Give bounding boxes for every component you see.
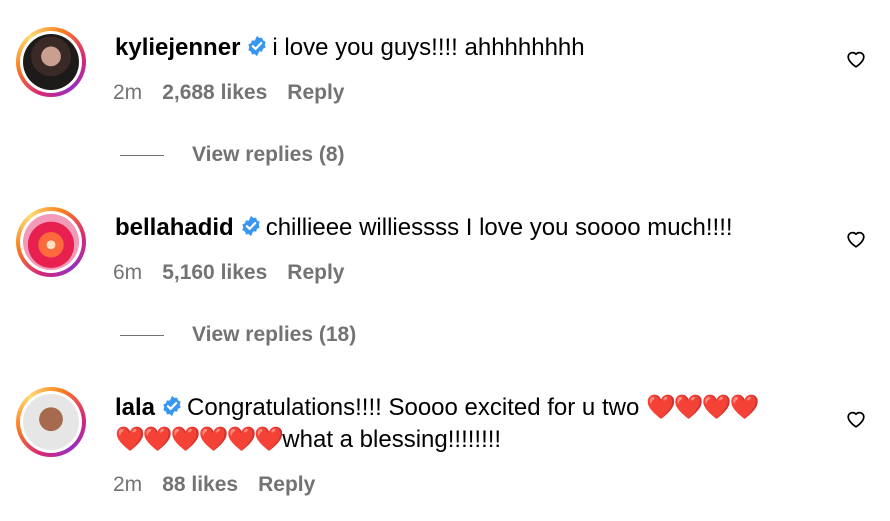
heart-emojis: ❤️❤️❤️❤️ [645, 394, 760, 421]
comment-meta: 6m 5,160 likes Reply [113, 259, 344, 287]
likes-count[interactable]: 2,688 likes [162, 81, 267, 104]
comment-meta: 2m 2,688 likes Reply [113, 79, 344, 107]
replies-divider [120, 335, 164, 336]
username[interactable]: lala [115, 394, 155, 421]
comment-time: 2m [113, 81, 143, 104]
reply-button[interactable]: Reply [287, 81, 344, 104]
comment-text: what a blessing!!!!!!!! [282, 426, 502, 453]
username[interactable]: bellahadid [115, 214, 234, 241]
heart-emojis: ❤️❤️❤️❤️❤️❤️ [115, 426, 284, 453]
reply-button[interactable]: Reply [258, 473, 315, 496]
view-replies-label[interactable]: View replies (18) [192, 321, 356, 349]
likes-count[interactable]: 5,160 likes [162, 261, 267, 284]
comment-text: Congratulations!!!! Soooo excited for u … [187, 394, 640, 421]
comment-text: i love you guys!!!! ahhhhhhhh [272, 34, 585, 61]
view-replies-label[interactable]: View replies (8) [192, 141, 345, 169]
avatar-image [23, 394, 79, 450]
avatar-image [23, 34, 79, 90]
username[interactable]: kyliejenner [115, 34, 240, 61]
avatar[interactable] [16, 387, 86, 457]
heart-outline-icon[interactable] [845, 228, 867, 250]
comment-meta: 2m 88 likes Reply [113, 471, 315, 499]
verified-badge-icon [246, 34, 268, 66]
verified-badge-icon [161, 394, 183, 426]
avatar[interactable] [16, 207, 86, 277]
heart-outline-icon[interactable] [845, 48, 867, 70]
comment-time: 2m [113, 473, 143, 496]
likes-count[interactable]: 88 likes [162, 473, 238, 496]
replies-divider [120, 155, 164, 156]
reply-button[interactable]: Reply [287, 261, 344, 284]
verified-badge-icon [240, 214, 262, 246]
avatar-image [23, 214, 79, 270]
avatar[interactable] [16, 27, 86, 97]
comment-time: 6m [113, 261, 143, 284]
comment-text: chillieee williessss I love you soooo mu… [265, 214, 733, 241]
heart-outline-icon[interactable] [845, 408, 867, 430]
